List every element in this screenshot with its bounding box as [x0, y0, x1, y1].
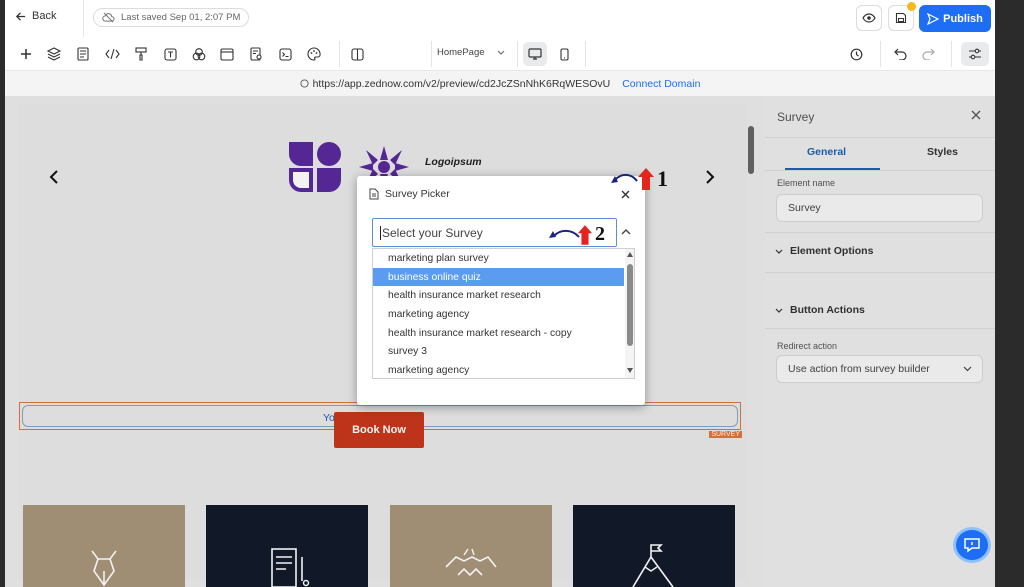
window-icon — [220, 47, 234, 61]
desktop-icon — [528, 48, 542, 60]
plus-icon — [21, 49, 31, 59]
clock-icon — [850, 48, 862, 60]
annotation-step-2: 2 — [547, 223, 605, 246]
back-label: Back — [32, 10, 57, 22]
red-arrow-icon — [638, 168, 654, 190]
survey-option[interactable]: business online quiz — [373, 267, 624, 287]
divider — [83, 0, 84, 37]
palette-icon — [307, 47, 321, 61]
top-bar: Back Last saved Sep 01, 2:07 PM Publish — [5, 0, 995, 37]
theme-button[interactable] — [304, 44, 324, 64]
code-icon — [104, 48, 120, 60]
layers-button[interactable] — [44, 44, 64, 64]
page-select[interactable]: HomePage — [437, 47, 505, 58]
form-search-icon — [249, 47, 262, 61]
shapes-button[interactable] — [189, 44, 209, 64]
survey-option[interactable]: marketing plan survey — [373, 249, 624, 268]
unsaved-dot — [907, 2, 916, 11]
step-2-label: 2 — [595, 223, 605, 245]
save-status-text: Last saved Sep 01, 2:07 PM — [121, 12, 241, 23]
eye-icon — [862, 13, 876, 23]
text-icon — [163, 47, 177, 61]
back-button[interactable]: Back — [15, 10, 56, 22]
scroll-up-icon[interactable] — [627, 252, 633, 257]
divider — [431, 41, 432, 67]
survey-option[interactable]: health insurance market research - copy — [373, 324, 624, 343]
page-select-value: HomePage — [437, 47, 485, 58]
chevron-up-icon[interactable] — [621, 228, 631, 235]
publish-label: Publish — [943, 12, 983, 25]
terminal-button[interactable] — [275, 44, 295, 64]
mobile-view-button[interactable] — [552, 42, 576, 66]
paint-roller-icon — [135, 47, 147, 61]
red-arrow-icon — [577, 224, 593, 245]
terminal-icon — [278, 47, 292, 61]
section-button[interactable] — [217, 44, 237, 64]
survey-picker-modal: Survey Picker Select your Survey marketi… — [357, 176, 645, 405]
preview-url-bar: https://app.zednow.com/v2/preview/cd2JcZ… — [5, 71, 995, 96]
curved-arrow-icon — [549, 229, 580, 238]
connect-domain-link[interactable]: Connect Domain — [622, 78, 700, 90]
publish-button[interactable]: Publish — [919, 5, 991, 32]
page-icon — [77, 47, 89, 61]
survey-dropdown-list: marketing plan survey business online qui… — [372, 248, 635, 379]
split-view-button[interactable] — [347, 44, 367, 64]
survey-option[interactable]: survey 3 — [373, 342, 624, 361]
add-element-button[interactable] — [16, 44, 36, 64]
text-button[interactable] — [160, 44, 180, 64]
chat-widget-button[interactable] — [953, 527, 991, 563]
code-button[interactable] — [102, 44, 122, 64]
document-icon — [369, 188, 379, 200]
globe-icon — [300, 79, 309, 88]
app-window: Back Last saved Sep 01, 2:07 PM Publish — [5, 0, 995, 587]
layers-icon — [47, 47, 61, 61]
preview-button[interactable] — [856, 5, 882, 31]
save-status-badge: Last saved Sep 01, 2:07 PM — [93, 8, 250, 27]
divider — [517, 41, 518, 67]
divider — [951, 41, 952, 67]
mobile-icon — [559, 47, 569, 61]
desktop-view-button[interactable] — [523, 42, 547, 66]
divider — [880, 41, 881, 67]
dropdown-scroll-thumb[interactable] — [627, 264, 633, 346]
redo-button[interactable] — [918, 44, 938, 64]
undo-button[interactable] — [890, 44, 910, 64]
divider — [585, 41, 586, 67]
history-button[interactable] — [846, 44, 866, 64]
chat-bubble-icon — [964, 538, 980, 553]
pages-button[interactable] — [73, 44, 93, 64]
dropdown-scrollbar[interactable] — [625, 249, 634, 378]
arrow-left-icon — [15, 11, 26, 21]
floppy-disk-icon — [895, 12, 907, 24]
preview-url[interactable]: https://app.zednow.com/v2/preview/cd2JcZ… — [313, 78, 611, 90]
survey-select-placeholder: Select your Survey — [382, 225, 483, 240]
survey-option[interactable]: marketing agency — [373, 305, 624, 324]
survey-option[interactable]: marketing agency — [373, 361, 624, 378]
redo-icon — [921, 48, 935, 60]
survey-option[interactable]: health insurance market research — [373, 286, 624, 305]
columns-icon — [350, 47, 364, 61]
shapes-icon — [192, 48, 206, 61]
undo-icon — [893, 48, 907, 60]
chevron-down-icon — [497, 50, 504, 55]
send-icon — [927, 12, 940, 25]
form-button[interactable] — [246, 44, 266, 64]
sliders-icon — [969, 48, 981, 60]
annotation-step-1: 1 — [609, 166, 668, 192]
editor-toolbar: HomePage — [5, 37, 995, 71]
settings-toggle-button[interactable] — [961, 42, 989, 66]
text-caret — [380, 225, 381, 240]
divider — [339, 41, 340, 67]
paint-button[interactable] — [131, 44, 151, 64]
modal-title: Survey Picker — [385, 188, 450, 200]
curved-arrow-icon — [611, 173, 638, 183]
cloud-off-icon — [102, 12, 115, 23]
survey-options: marketing plan survey business online qui… — [373, 249, 634, 378]
scroll-down-icon[interactable] — [627, 368, 633, 373]
step-1-label: 1 — [657, 166, 668, 191]
